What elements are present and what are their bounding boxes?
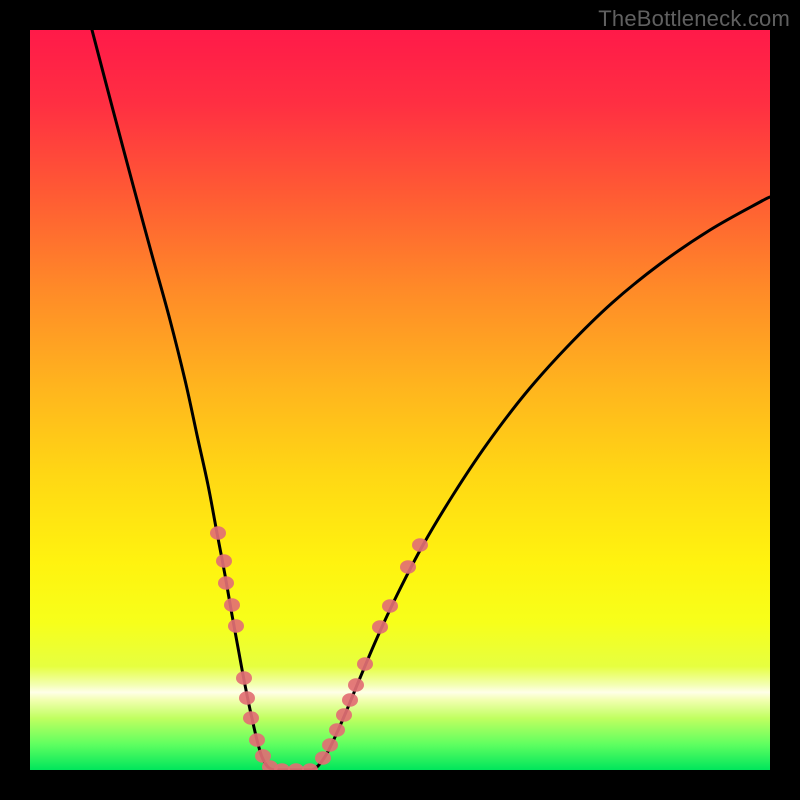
outer-frame: TheBottleneck.com	[0, 0, 800, 800]
marker-point	[239, 691, 255, 705]
marker-point	[322, 738, 338, 752]
marker-point	[400, 560, 416, 574]
marker-point	[315, 751, 331, 765]
marker-point	[348, 678, 364, 692]
marker-point	[236, 671, 252, 685]
marker-point	[357, 657, 373, 671]
series-group	[92, 30, 770, 770]
chart-svg	[30, 30, 770, 770]
marker-point	[216, 554, 232, 568]
marker-point	[382, 599, 398, 613]
marker-point	[218, 576, 234, 590]
marker-point	[412, 538, 428, 552]
markers-group	[210, 526, 428, 770]
curve-right-curve	[312, 197, 770, 770]
marker-point	[329, 723, 345, 737]
marker-point	[288, 763, 304, 770]
curve-left-curve	[92, 30, 274, 770]
plot-area	[30, 30, 770, 770]
marker-point	[210, 526, 226, 540]
marker-point	[372, 620, 388, 634]
watermark-text: TheBottleneck.com	[598, 6, 790, 32]
marker-point	[228, 619, 244, 633]
marker-point	[224, 598, 240, 612]
marker-point	[336, 708, 352, 722]
marker-point	[302, 763, 318, 770]
marker-point	[342, 693, 358, 707]
marker-point	[243, 711, 259, 725]
marker-point	[249, 733, 265, 747]
